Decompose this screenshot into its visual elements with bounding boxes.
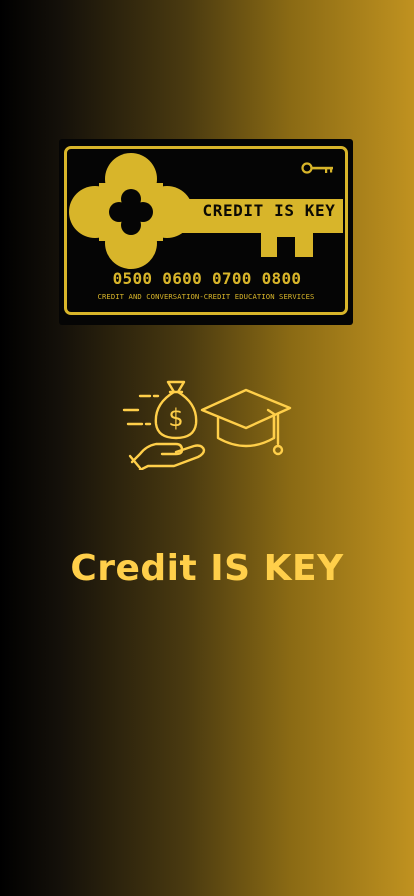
card-services-text: CREDIT AND CONVERSATION-CREDIT EDUCATION… (97, 292, 315, 301)
card-title: CREDIT IS KEY (202, 201, 336, 220)
money-bag-graduation-cap-icon: $ (122, 380, 292, 470)
svg-text:$: $ (168, 404, 183, 432)
key-icon (301, 162, 333, 174)
credit-card-logo: CREDIT IS KEY 0500 0600 0700 0800 CREDIT… (59, 139, 353, 325)
headline-title: Credit IS KEY (70, 548, 344, 589)
card-number: 0500 0600 0700 0800 (112, 269, 302, 288)
